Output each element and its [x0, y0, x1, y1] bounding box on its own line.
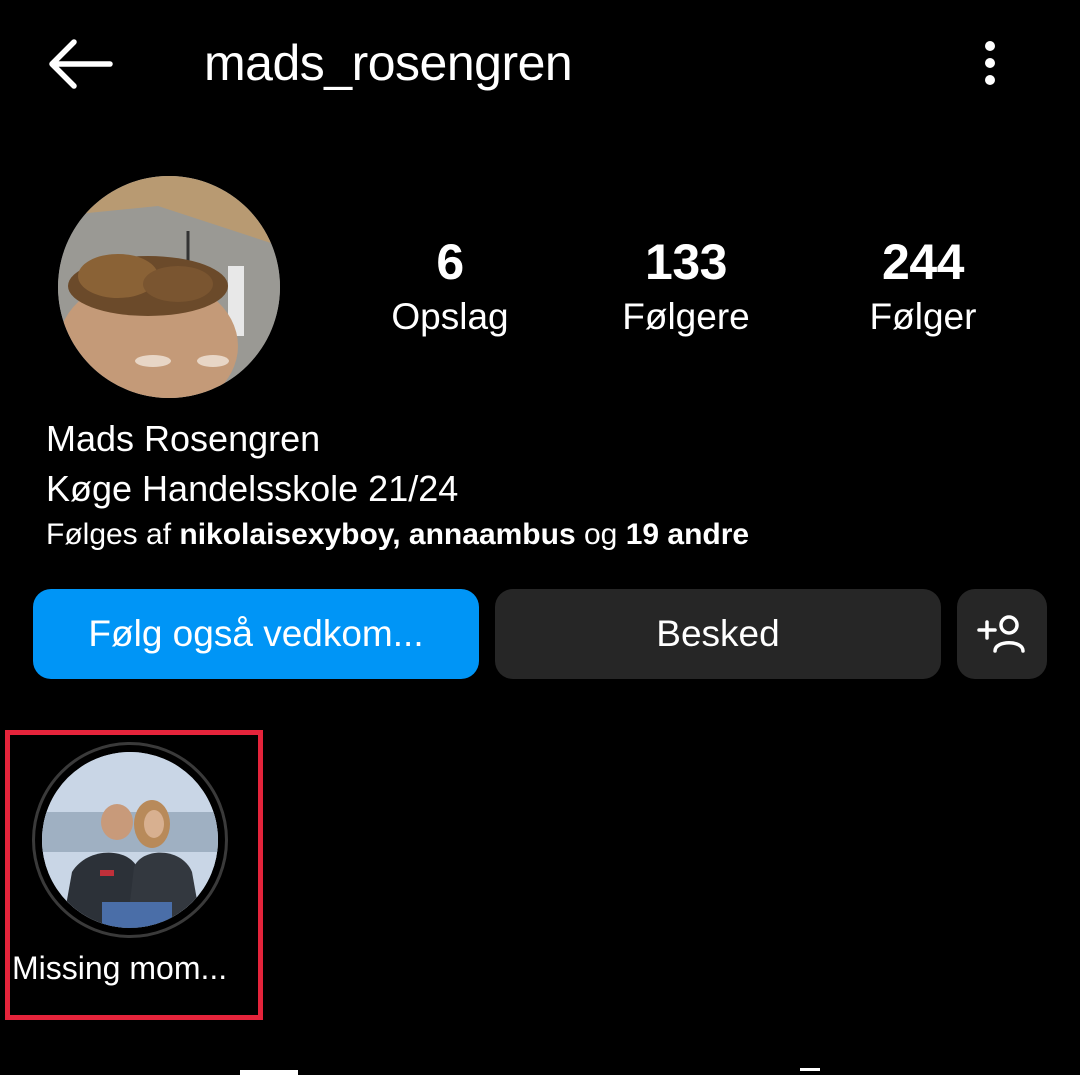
highlight-cover-photo	[42, 752, 218, 928]
add-person-icon	[977, 615, 1025, 653]
profile-username: mads_rosengren	[204, 35, 573, 91]
bottom-tab-bar	[0, 1058, 1080, 1075]
message-button-label: Besked	[656, 613, 780, 654]
stat-following[interactable]: 244 Følger	[803, 232, 1043, 342]
profile-bio: Køge Handelsskole 21/24	[46, 468, 459, 509]
stat-label: Følger	[869, 296, 977, 337]
message-button[interactable]: Besked	[495, 589, 941, 679]
profile-stats: 6 Opslag 133 Følgere 244 Følger	[0, 232, 1080, 352]
profile-full-name: Mads Rosengren	[46, 418, 321, 459]
followed-by-joiner: og	[575, 518, 626, 551]
stat-value: 133	[645, 234, 727, 290]
stat-label: Følgere	[622, 296, 750, 337]
stat-posts[interactable]: 6 Opslag	[330, 232, 570, 342]
follow-back-button[interactable]: Følg også vedkom...	[33, 589, 479, 679]
stat-label: Opslag	[391, 296, 509, 337]
arrow-left-icon[interactable]	[44, 36, 114, 92]
highlight-label: Missing mom...	[12, 950, 228, 986]
more-vertical-icon[interactable]	[970, 38, 1010, 88]
follower-link: nikolaisexyboy	[179, 518, 393, 551]
top-bar: mads_rosengren	[0, 0, 1080, 130]
stat-value: 6	[436, 234, 464, 290]
follow-button-label: Følg også vedkom...	[88, 613, 424, 654]
stat-value: 244	[882, 234, 964, 290]
grid-tab-icon[interactable]	[240, 1070, 298, 1075]
suggested-users-button[interactable]	[957, 589, 1047, 679]
follower-link: annaambus	[408, 518, 576, 551]
followed-by-separator: ,	[392, 518, 409, 551]
story-highlight[interactable]	[42, 752, 218, 928]
stat-followers[interactable]: 133 Følgere	[566, 232, 806, 342]
followed-by-text[interactable]: Følges af nikolaisexyboy, annaambus og 1…	[46, 514, 749, 556]
followed-by-others: 19 andre	[625, 518, 750, 551]
tagged-tab-icon[interactable]	[800, 1068, 820, 1075]
followed-by-prefix: Følges af	[46, 518, 180, 551]
